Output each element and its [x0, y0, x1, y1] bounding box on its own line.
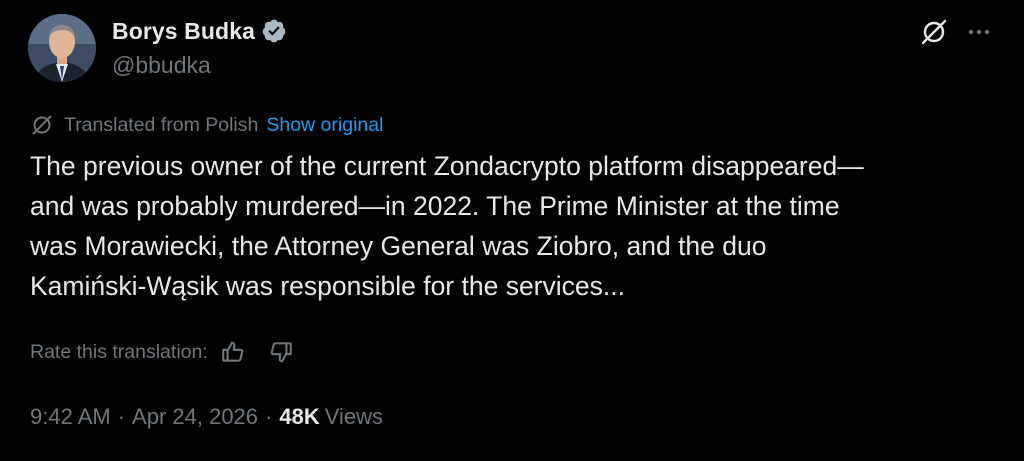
meta-separator: ·	[117, 404, 126, 429]
thumbs-down-icon[interactable]	[268, 339, 294, 365]
thumbs-up-icon[interactable]	[220, 339, 246, 365]
grok-icon[interactable]	[918, 16, 950, 48]
avatar[interactable]	[28, 14, 96, 82]
tweet-time[interactable]: 9:42 AM	[30, 404, 111, 430]
translation-bar: Translated from Polish Show original	[30, 112, 383, 138]
show-original-link[interactable]: Show original	[266, 114, 383, 137]
tweet-date[interactable]: Apr 24, 2026	[132, 404, 258, 430]
more-icon[interactable]	[962, 18, 996, 46]
tweet-text: The previous owner of the current Zondac…	[30, 151, 864, 301]
tweet-meta: 9:42 AM · Apr 24, 2026 · 48K Views	[30, 402, 383, 432]
tweet: Borys Budka @bbudka Translated from Poli…	[0, 0, 1024, 461]
views-label[interactable]: Views	[325, 404, 383, 430]
translate-icon	[30, 113, 54, 137]
author-name-row: Borys Budka	[112, 16, 287, 46]
meta-separator: ·	[265, 404, 273, 429]
rate-translation-label: Rate this translation:	[30, 340, 208, 363]
verified-badge-icon[interactable]	[261, 18, 287, 44]
author-handle[interactable]: @bbudka	[112, 52, 211, 79]
author-display-name[interactable]: Borys Budka	[112, 18, 255, 45]
views-count[interactable]: 48K	[279, 404, 319, 430]
translated-label: Translated from Polish	[64, 113, 259, 136]
rate-translation-bar: Rate this translation:	[30, 338, 316, 366]
